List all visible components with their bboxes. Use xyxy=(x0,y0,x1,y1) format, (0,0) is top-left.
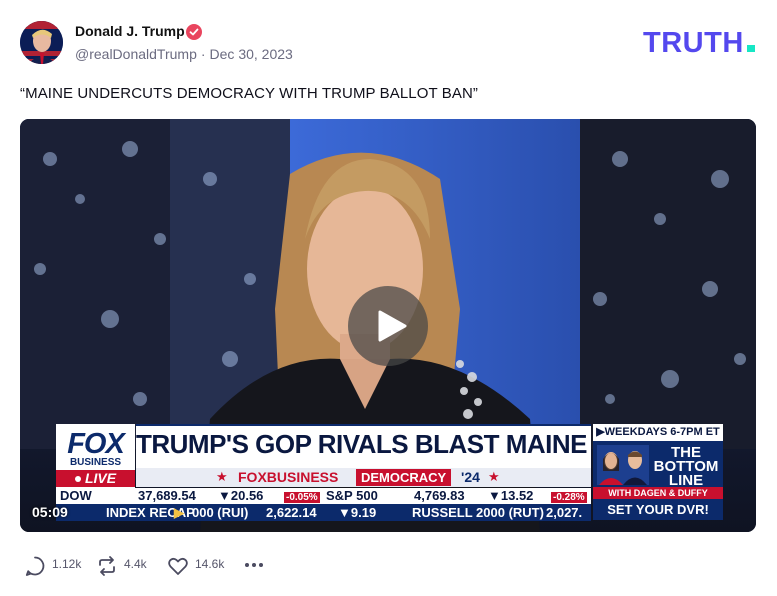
chyron-headline: TRUMP'S GOP RIVALS BLAST MAINE DECISION xyxy=(136,429,716,459)
truth-logo[interactable]: TRUTH xyxy=(643,26,759,58)
more-button[interactable] xyxy=(243,553,267,577)
promo-title: THE BOTTOM LINE xyxy=(653,444,719,489)
ticker-arrow: ▶ xyxy=(174,505,184,520)
chyron-headline-bar: TRUMP'S GOP RIVALS BLAST MAINE DECISION xyxy=(136,424,716,468)
more-icon xyxy=(245,563,263,567)
chyron-sub-tag: DEMOCRACY xyxy=(356,469,452,486)
like-icon xyxy=(168,557,188,575)
retruth-count: 4.4k xyxy=(124,557,147,571)
truth-logo-text: TRUTH xyxy=(643,27,744,58)
ticker-label: RUSSELL 2000 (RUT) xyxy=(412,505,544,520)
ticker-value: 37,689.54 xyxy=(138,488,196,503)
retruth-icon xyxy=(99,556,115,576)
ticker-pct: -0.05% xyxy=(284,492,320,503)
post-date[interactable]: Dec 30, 2023 xyxy=(210,46,293,62)
ticker-line-2: INDEX RECAP ▶ 000 (RUI) 2,622.14 ▼9.19 R… xyxy=(56,504,591,521)
chyron-sub-year: '24 xyxy=(461,469,480,485)
live-dot-icon xyxy=(74,476,81,483)
reply-count: 1.12k xyxy=(52,557,82,571)
live-badge: LIVE xyxy=(56,470,135,487)
play-icon xyxy=(378,310,407,342)
ticker-label: S&P 500 xyxy=(326,488,378,503)
ticker-pct: -0.28% xyxy=(551,492,587,503)
video-player[interactable]: FOX BUSINESS LIVE TRUMP'S GOP RIVALS BLA… xyxy=(20,119,756,532)
ticker-change: ▼20.56 xyxy=(218,488,264,503)
chyron-subbar: ★ FOXBUSINESS DEMOCRACY '24 ★ xyxy=(136,468,591,487)
business-logo-text: BUSINESS xyxy=(69,457,122,468)
reply-icon xyxy=(25,556,45,576)
play-button[interactable] xyxy=(348,286,428,366)
ticker-label: 000 (RUI) xyxy=(192,505,249,520)
ticker-change: ▼13.52 xyxy=(488,488,534,503)
truth-logo-dot xyxy=(747,45,755,52)
promo-cta: SET YOUR DVR! xyxy=(607,502,709,517)
post-text: “MAINE UNDERCUTS DEMOCRACY WITH TRUMP BA… xyxy=(20,85,479,102)
avatar[interactable] xyxy=(20,21,63,64)
author-handle[interactable]: @realDonaldTrump xyxy=(75,46,197,62)
post-card: Donald J. Trump @realDonaldTrump · Dec 30,… xyxy=(0,0,777,596)
promo-schedule: ▶WEEKDAYS 6-7PM ET xyxy=(593,424,723,441)
ticker-value: 2,622.14 xyxy=(266,505,317,520)
verified-icon xyxy=(186,24,202,40)
ticker-label: DOW xyxy=(60,488,92,503)
promo-box: ▶WEEKDAYS 6-7PM ET THE BOTTOM LINE WITH … xyxy=(593,424,723,520)
star-icon: ★ xyxy=(488,469,500,484)
ticker-line-1: DOW 37,689.54 ▼20.56 -0.05% S&P 500 4,76… xyxy=(56,488,591,504)
promo-hosts-image xyxy=(597,445,649,485)
ticker-value: 4,769.83 xyxy=(414,488,465,503)
live-label: LIVE xyxy=(84,470,117,486)
author-name[interactable]: Donald J. Trump xyxy=(75,23,185,39)
ticker-value: 2,027. xyxy=(546,505,583,520)
post-meta: @realDonaldTrump · Dec 30, 2023 xyxy=(75,46,293,62)
meta-separator: · xyxy=(200,46,206,62)
video-duration: 05:09 xyxy=(32,504,68,520)
avatar-image xyxy=(20,21,63,64)
star-icon: ★ xyxy=(216,469,228,484)
chyron-sub-brand: FOXBUSINESS xyxy=(238,469,339,485)
promo-hosts: WITH DAGEN & DUFFY xyxy=(593,487,723,499)
like-count: 14.6k xyxy=(195,557,225,571)
ticker-change: ▼9.19 xyxy=(338,505,377,520)
